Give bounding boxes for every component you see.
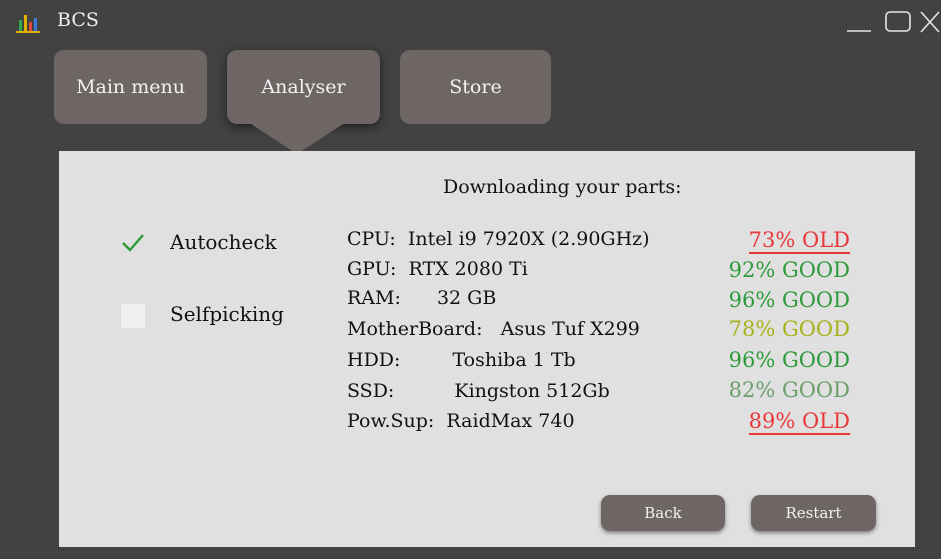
part-row-hdd: HDD: Toshiba 1 Tb bbox=[347, 349, 576, 371]
restart-button[interactable]: Restart bbox=[751, 495, 876, 531]
part-row-cpu: CPU: Intel i9 7920X (2.90GHz) bbox=[347, 228, 650, 250]
part-label: HDD: bbox=[347, 349, 401, 371]
status-ssd: 82% GOOD bbox=[728, 378, 850, 402]
autocheck-label[interactable]: Autocheck bbox=[170, 230, 277, 254]
title-bar: BCS bbox=[0, 0, 941, 40]
status-power-supply: 89% OLD bbox=[748, 409, 850, 435]
part-row-power-supply: Pow.Sup: RaidMax 740 bbox=[347, 410, 575, 432]
selfpicking-checkbox[interactable] bbox=[121, 304, 145, 328]
tab-main-menu[interactable]: Main menu bbox=[54, 50, 207, 124]
selfpicking-label[interactable]: Selfpicking bbox=[170, 302, 284, 326]
part-label: CPU: bbox=[347, 228, 396, 250]
window-title: BCS bbox=[57, 9, 99, 31]
part-row-motherboard: MotherBoard: Asus Tuf X299 bbox=[347, 318, 640, 340]
part-label: MotherBoard: bbox=[347, 318, 483, 340]
status-gpu: 92% GOOD bbox=[728, 258, 850, 282]
status-hdd: 96% GOOD bbox=[728, 348, 850, 372]
status-motherboard: 78% GOOD bbox=[728, 317, 850, 341]
close-icon[interactable] bbox=[918, 10, 940, 34]
part-row-gpu: GPU: RTX 2080 Ti bbox=[347, 258, 528, 280]
part-label: GPU: bbox=[347, 258, 397, 280]
part-label: Pow.Sup: bbox=[347, 410, 435, 432]
part-value: 32 GB bbox=[436, 287, 497, 309]
part-row-ssd: SSD: Kingston 512Gb bbox=[347, 380, 610, 402]
part-value: Toshiba 1 Tb bbox=[452, 349, 576, 371]
tab-store[interactable]: Store bbox=[400, 50, 551, 124]
back-button[interactable]: Back bbox=[601, 495, 725, 531]
part-value: RTX 2080 Ti bbox=[408, 258, 528, 280]
part-label: SSD: bbox=[347, 380, 395, 402]
active-tab-pointer bbox=[251, 124, 343, 154]
minimize-icon[interactable] bbox=[846, 10, 872, 34]
part-label: RAM: bbox=[347, 287, 401, 309]
part-value: Intel i9 7920X (2.90GHz) bbox=[407, 228, 650, 250]
part-value: RaidMax 740 bbox=[446, 410, 575, 432]
maximize-icon[interactable] bbox=[884, 10, 912, 34]
bar-chart-icon bbox=[16, 15, 40, 33]
panel-heading: Downloading your parts: bbox=[443, 176, 682, 198]
status-ram: 96% GOOD bbox=[728, 288, 850, 312]
part-value: Kingston 512Gb bbox=[454, 380, 610, 402]
part-value: Asus Tuf X299 bbox=[500, 318, 640, 340]
tab-analyser[interactable]: Analyser bbox=[227, 50, 380, 124]
status-cpu: 73% OLD bbox=[748, 228, 850, 254]
part-row-ram: RAM: 32 GB bbox=[347, 287, 496, 309]
autocheck-checkbox[interactable] bbox=[121, 230, 145, 254]
